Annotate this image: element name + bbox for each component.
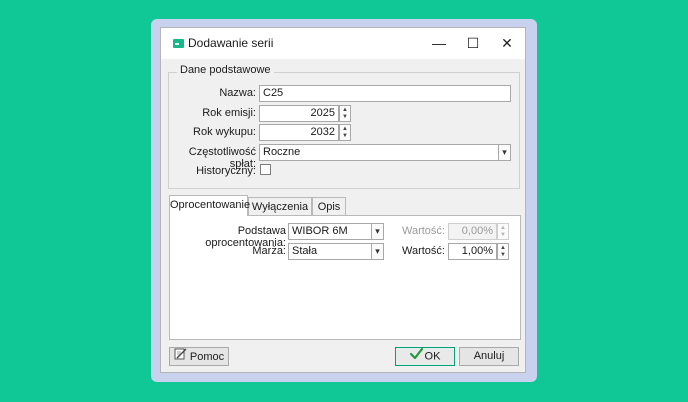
close-button[interactable]: ✕	[491, 32, 523, 54]
historical-label: Historyczny:	[196, 165, 256, 177]
spin-up-icon[interactable]: ▲	[340, 125, 350, 133]
spin-down-icon[interactable]: ▼	[340, 133, 350, 141]
help-button-label: Pomoc	[189, 350, 225, 363]
tab-wylaczenia[interactable]: Wyłączenia	[248, 197, 312, 216]
spin-up-icon: ▲	[500, 224, 506, 231]
title-bar: Dodawanie serii — ☐ ✕	[161, 28, 525, 59]
ok-button[interactable]: OK	[395, 347, 455, 366]
name-label: Nazwa:	[219, 87, 256, 99]
frequency-select[interactable]: Roczne	[259, 144, 499, 161]
chevron-down-icon[interactable]: ▾	[371, 243, 384, 260]
window-title: Dodawanie serii	[188, 36, 274, 50]
spin-down-icon[interactable]: ▼	[498, 252, 508, 260]
name-input[interactable]: C25	[259, 85, 511, 102]
issue-year-input[interactable]: 2025	[259, 105, 339, 122]
value1-input: 0,00%	[448, 223, 497, 240]
margin-label: Marża:	[252, 245, 286, 257]
spin-down-icon[interactable]: ▼	[340, 114, 350, 122]
cancel-button[interactable]: Anuluj	[459, 347, 519, 366]
issue-year-spinner[interactable]: ▲ ▼	[339, 105, 351, 122]
redemption-year-label: Rok wykupu:	[193, 126, 256, 138]
historical-checkbox[interactable]	[260, 164, 271, 175]
value2-input[interactable]: 1,00%	[448, 243, 497, 260]
minimize-button[interactable]: —	[423, 32, 455, 54]
window-frame: Dodawanie serii — ☐ ✕ Dane podstawowe Na…	[151, 19, 537, 382]
checkmark-icon	[409, 347, 423, 365]
tab-opis[interactable]: Opis	[312, 197, 346, 216]
value1-spinner: ▲ ▼	[497, 223, 509, 240]
basic-data-legend: Dane podstawowe	[177, 64, 274, 76]
value2-label: Wartość:	[402, 245, 445, 257]
value2-spinner[interactable]: ▲ ▼	[497, 243, 509, 260]
dialog-window: Dodawanie serii — ☐ ✕ Dane podstawowe Na…	[160, 27, 526, 373]
help-pencil-icon	[174, 348, 188, 366]
spin-up-icon[interactable]: ▲	[498, 244, 508, 252]
base-rate-select[interactable]: WIBOR 6M	[288, 223, 372, 240]
issue-year-label: Rok emisji:	[202, 107, 256, 119]
ok-button-label: OK	[424, 350, 441, 363]
chevron-down-icon[interactable]: ▾	[371, 223, 384, 240]
margin-select[interactable]: Stała	[288, 243, 372, 260]
spin-up-icon[interactable]: ▲	[340, 106, 350, 114]
redemption-year-spinner[interactable]: ▲ ▼	[339, 124, 351, 141]
chevron-down-icon[interactable]: ▾	[498, 144, 511, 161]
help-button[interactable]: Pomoc	[169, 347, 229, 366]
spin-down-icon: ▼	[500, 232, 506, 239]
tab-oprocentowanie[interactable]: Oprocentowanie	[169, 195, 250, 216]
app-icon	[173, 39, 184, 48]
value1-label: Wartość:	[402, 225, 445, 237]
maximize-button[interactable]: ☐	[457, 32, 489, 54]
redemption-year-input[interactable]: 2032	[259, 124, 339, 141]
